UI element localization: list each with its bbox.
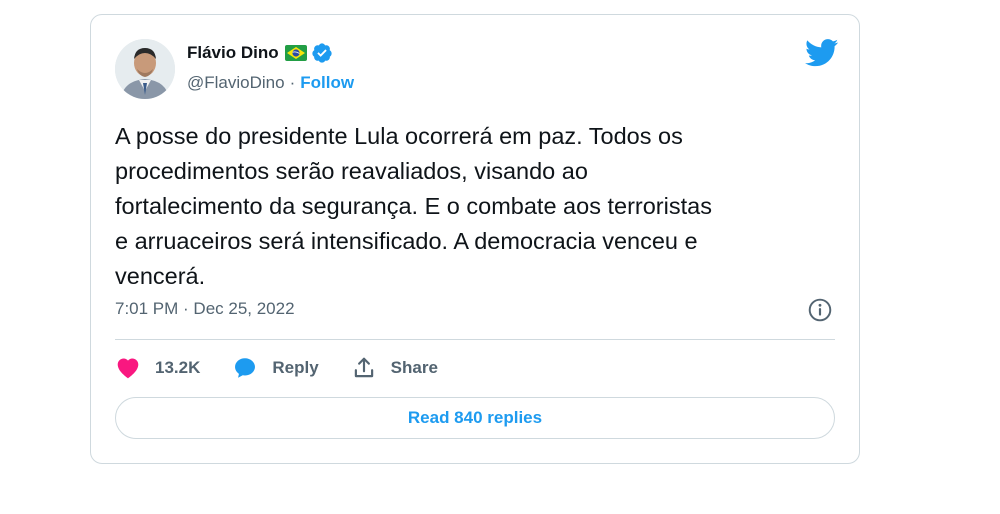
read-replies-button[interactable]: Read 840 replies (115, 397, 835, 439)
reply-label: Reply (272, 358, 319, 377)
brazil-flag-icon (284, 45, 307, 61)
tweet-actions: 13.2K Reply Share (115, 353, 470, 383)
reply-bubble-icon (235, 358, 256, 378)
verified-badge-icon (311, 42, 333, 64)
follow-link[interactable]: Follow (300, 73, 354, 93)
like-button[interactable]: 13.2K (115, 355, 200, 381)
tweet-timestamp[interactable]: 7:01 PM · Dec 25, 2022 (115, 299, 295, 319)
share-icon (354, 357, 373, 378)
tweet-text: A posse do presidente Lula ocorrerá em p… (115, 123, 712, 289)
heart-icon (117, 358, 139, 379)
separator-dot: · (289, 73, 296, 92)
like-count: 13.2K (155, 358, 201, 377)
author-display-name[interactable]: Flávio Dino (187, 43, 279, 63)
divider (115, 339, 835, 340)
tweet-card: Flávio Dino @FlavioDino · Follow A posse… (90, 14, 860, 464)
reply-button[interactable]: Reply (232, 355, 319, 381)
share-button[interactable]: Share (351, 355, 438, 381)
author-handle[interactable]: @FlavioDino (187, 73, 285, 93)
info-icon[interactable] (807, 297, 833, 323)
share-label: Share (390, 358, 438, 377)
avatar-image (115, 39, 175, 99)
name-row: Flávio Dino (187, 41, 354, 65)
avatar[interactable] (115, 39, 175, 99)
author-block: Flávio Dino @FlavioDino · Follow (187, 41, 354, 93)
handle-row: @FlavioDino · Follow (187, 73, 354, 93)
twitter-bird-icon[interactable] (805, 39, 839, 67)
